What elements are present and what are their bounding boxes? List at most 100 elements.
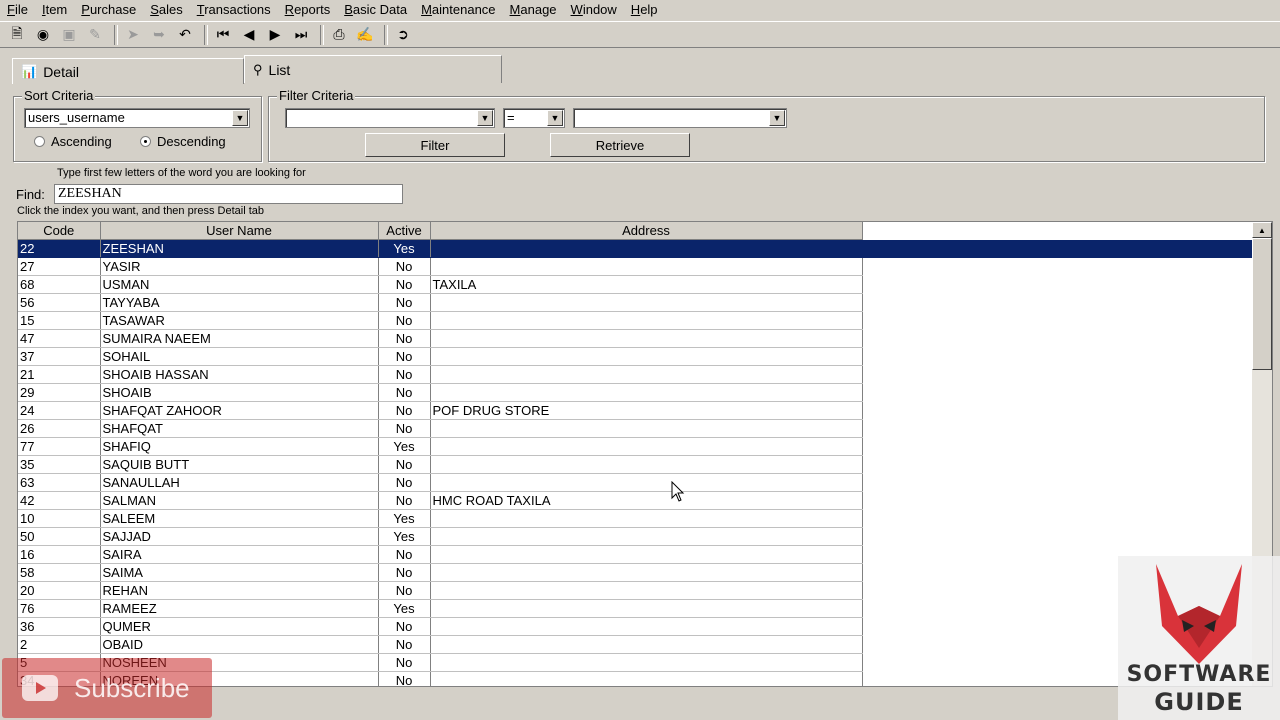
table-row[interactable]: 15 TASAWAR No [18,311,863,330]
menu-manage[interactable]: Manage [503,0,564,20]
table-row[interactable]: 10 SALEEM Yes [18,509,863,528]
first-record-icon[interactable]: ⏮ [212,24,234,46]
table-row[interactable]: 20 REHAN No [18,581,863,600]
column-header-code[interactable]: Code [18,222,101,240]
last-record-icon[interactable]: ⏭ [290,24,312,46]
cell-code: 15 [18,311,101,330]
previous-record-icon[interactable]: ◀ [238,24,260,46]
menu-item[interactable]: Item [35,0,74,20]
delete-row-icon[interactable]: ➥ [148,24,170,46]
column-header-active[interactable]: Active [378,222,431,240]
table-row[interactable]: 22 ZEESHAN Yes [18,239,863,258]
menu-basic-data[interactable]: Basic Data [337,0,414,20]
column-header-address[interactable]: Address [430,222,863,240]
cell-code: 26 [18,419,101,438]
cell-user-name: TASAWAR [100,311,379,330]
cell-address [430,671,863,686]
cell-address [430,653,863,672]
cell-active: No [378,293,431,312]
table-row[interactable]: 2 OBAID No [18,635,863,654]
cell-address [430,509,863,528]
scroll-thumb[interactable] [1252,238,1272,370]
chevron-down-icon[interactable]: ▼ [769,110,785,126]
chevron-down-icon[interactable]: ▼ [232,110,248,126]
table-row[interactable]: 76 RAMEEZ Yes [18,599,863,618]
cell-address [430,455,863,474]
table-row[interactable]: 77 SHAFIQ Yes [18,437,863,456]
find-binoculars-icon[interactable]: ◉ [32,24,54,46]
filter-operator-select[interactable]: = ▼ [503,108,565,128]
table-row[interactable]: 27 YASIR No [18,257,863,276]
table-row[interactable]: 26 SHAFQAT No [18,419,863,438]
filter-field-select[interactable]: ▼ [285,108,495,128]
table-row[interactable]: 16 SAIRA No [18,545,863,564]
cell-user-name: SALEEM [100,509,379,528]
cell-code: 77 [18,437,101,456]
chevron-down-icon[interactable]: ▼ [547,110,563,126]
eraser-icon[interactable]: ✎ [84,24,106,46]
sort-ascending-radio[interactable]: Ascending [34,134,112,149]
next-record-icon[interactable]: ▶ [264,24,286,46]
column-header-user-name[interactable]: User Name [100,222,379,240]
cell-address [430,599,863,618]
table-row[interactable]: 21 SHOAIB HASSAN No [18,365,863,384]
table-row[interactable]: 24 SHAFQAT ZAHOOR No POF DRUG STORE [18,401,863,420]
tab-list[interactable]: ⚲ List [244,55,502,83]
grid-hint: Click the index you want, and then press… [17,205,265,217]
exit-door-icon[interactable]: ➲ [392,24,414,46]
insert-row-icon[interactable]: ➤ [122,24,144,46]
cell-user-name: REHAN [100,581,379,600]
sort-field-select[interactable]: users_username ▼ [24,108,250,128]
selected-row-highlight [862,240,1252,258]
filter-button[interactable]: Filter [365,133,505,157]
save-icon[interactable]: ▣ [58,24,80,46]
table-row[interactable]: 36 QUMER No [18,617,863,636]
sort-descending-radio[interactable]: Descending [140,134,226,149]
table-row[interactable]: 63 SANAULLAH No [18,473,863,492]
table-row[interactable]: 47 SUMAIRA NAEEM No [18,329,863,348]
cell-code: 27 [18,257,101,276]
menu-reports[interactable]: Reports [278,0,338,20]
print-preview-icon[interactable]: ✍ [354,24,376,46]
cell-user-name: SANAULLAH [100,473,379,492]
table-row[interactable]: 58 SAIMA No [18,563,863,582]
table-row[interactable]: 29 SHOAIB No [18,383,863,402]
undo-icon[interactable]: ↶ [174,24,196,46]
menu-transactions[interactable]: Transactions [190,0,278,20]
cell-address [430,527,863,546]
table-row[interactable]: 35 SAQUIB BUTT No [18,455,863,474]
menu-window[interactable]: Window [564,0,624,20]
cell-user-name: SAQUIB BUTT [100,455,379,474]
subscribe-overlay: Subscribe [2,658,212,718]
cell-user-name: SAIRA [100,545,379,564]
table-row[interactable]: 37 SOHAIL No [18,347,863,366]
logo-line2: GUIDE [1154,688,1244,716]
cell-code: 58 [18,563,101,582]
cell-active: No [378,563,431,582]
menu-file[interactable]: File [0,0,35,20]
cell-address [430,293,863,312]
tab-detail[interactable]: 📊 Detail [12,58,244,84]
sort-criteria-group: Sort Criteria users_username ▼ Ascending… [13,88,262,162]
mouse-cursor-icon [671,481,685,502]
table-row[interactable]: 50 SAJJAD Yes [18,527,863,546]
filter-value-select[interactable]: ▼ [573,108,787,128]
tab-strip: 📊 Detail ⚲ List [12,55,502,84]
menu-help[interactable]: Help [624,0,665,20]
table-row[interactable]: 68 USMAN No TAXILA [18,275,863,294]
cell-code: 63 [18,473,101,492]
menu-sales[interactable]: Sales [143,0,190,20]
cell-address [430,437,863,456]
chevron-down-icon[interactable]: ▼ [477,110,493,126]
scroll-up-icon[interactable]: ▲ [1252,222,1272,238]
cell-active: No [378,257,431,276]
find-input[interactable]: ZEESHAN [54,184,403,204]
retrieve-button[interactable]: Retrieve [550,133,690,157]
menu-maintenance[interactable]: Maintenance [414,0,502,20]
print-icon[interactable]: ⎙ [328,24,350,46]
table-row[interactable]: 42 SALMAN No HMC ROAD TAXILA [18,491,863,510]
cell-code: 50 [18,527,101,546]
menu-purchase[interactable]: Purchase [74,0,143,20]
table-row[interactable]: 56 TAYYABA No [18,293,863,312]
new-icon[interactable]: 🗎 [6,24,28,46]
